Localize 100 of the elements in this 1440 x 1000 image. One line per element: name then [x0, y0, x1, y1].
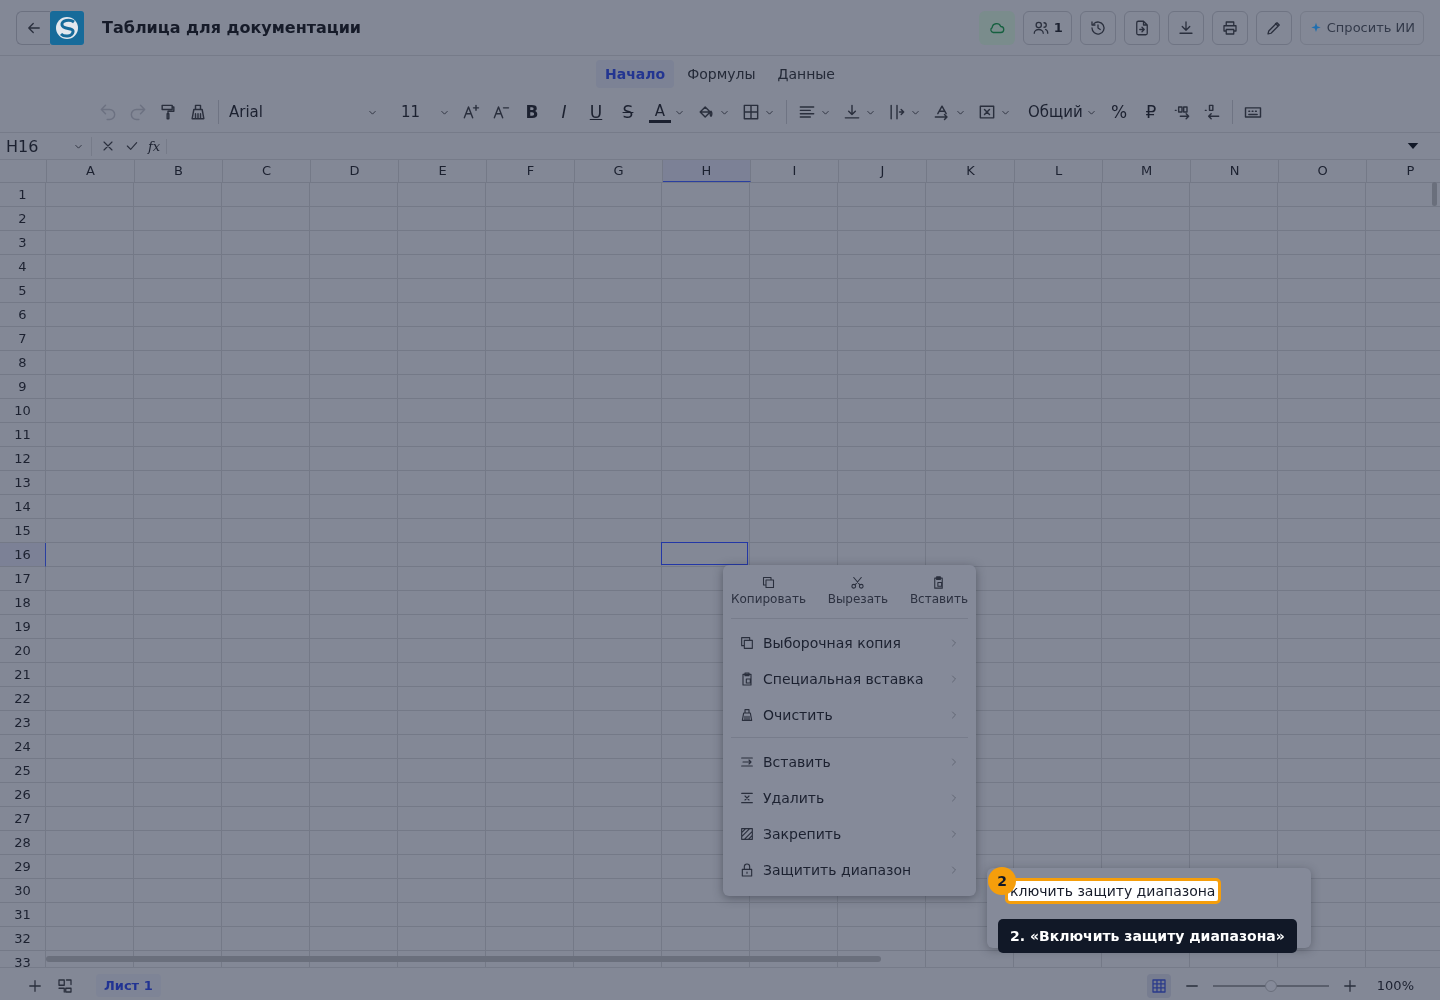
row-header[interactable]: 18	[0, 591, 46, 615]
bold-button[interactable]: B	[521, 102, 543, 122]
row-header[interactable]: 3	[0, 231, 46, 255]
borders-icon[interactable]	[741, 102, 761, 122]
menu-item[interactable]: Выборочная копия	[731, 625, 968, 661]
sheet-tab[interactable]: Лист 1	[96, 974, 161, 997]
italic-button[interactable]: I	[553, 102, 575, 122]
row-header[interactable]: 12	[0, 447, 46, 471]
history-icon	[1088, 18, 1107, 37]
column-header[interactable]: E	[399, 160, 487, 182]
column-header[interactable]: O	[1279, 160, 1367, 182]
ribbon-tab[interactable]: Формулы	[678, 60, 765, 88]
scissors-icon	[850, 575, 866, 590]
row-header[interactable]: 32	[0, 927, 46, 951]
row-header[interactable]: 14	[0, 495, 46, 519]
download-button[interactable]	[1167, 10, 1204, 45]
import-button[interactable]	[1123, 10, 1160, 45]
row-header[interactable]: 31	[0, 903, 46, 927]
decrease-decimal-icon[interactable]	[1202, 102, 1222, 122]
row-header[interactable]: 23	[0, 711, 46, 735]
horizontal-scrollbar[interactable]	[46, 956, 881, 962]
row-header[interactable]: 8	[0, 351, 46, 375]
row-header[interactable]: 2	[0, 207, 46, 231]
text-color-button[interactable]: A	[649, 101, 671, 123]
strike-button[interactable]: S	[617, 102, 639, 122]
row-header[interactable]: 29	[0, 855, 46, 879]
row-header[interactable]: 25	[0, 759, 46, 783]
number-format-dropdown[interactable]: Общий	[1028, 103, 1098, 121]
row-header[interactable]: 17	[0, 567, 46, 591]
row-header[interactable]: 26	[0, 783, 46, 807]
grid-view-button[interactable]	[1146, 973, 1171, 998]
cell-name-box[interactable]: H16	[6, 136, 92, 156]
currency-button[interactable]: ₽	[1140, 102, 1162, 122]
row-header[interactable]: 7	[0, 327, 46, 351]
row-header[interactable]: 11	[0, 423, 46, 447]
font-size-dropdown[interactable]: 11	[401, 103, 451, 121]
function-label[interactable]: fx	[148, 138, 168, 154]
menu-item[interactable]: Закрепить	[731, 816, 968, 852]
row-header[interactable]: 4	[0, 255, 46, 279]
column-header[interactable]: B	[135, 160, 223, 182]
menu-item[interactable]: Очистить	[731, 697, 968, 733]
ribbon-tab[interactable]: Начало	[596, 60, 675, 88]
column-header[interactable]: H	[663, 160, 751, 182]
column-header[interactable]: J	[839, 160, 927, 182]
pencil-button[interactable]	[1255, 10, 1292, 45]
align-bottom-icon[interactable]	[842, 102, 862, 122]
column-header[interactable]: C	[223, 160, 311, 182]
row-header[interactable]: 27	[0, 807, 46, 831]
row-header[interactable]: 30	[0, 879, 46, 903]
percent-button[interactable]: %	[1108, 102, 1130, 122]
clear-format-icon[interactable]	[188, 102, 208, 122]
menu-item[interactable]: Удалить	[731, 780, 968, 816]
row-header[interactable]: 22	[0, 687, 46, 711]
row-header[interactable]: 21	[0, 663, 46, 687]
menu-item-label: Очистить	[763, 707, 834, 723]
paint-roller-icon[interactable]	[158, 102, 178, 122]
column-header[interactable]: I	[751, 160, 839, 182]
ask-ai-button[interactable]: Спросить ИИ	[1299, 10, 1424, 45]
copy-button[interactable]: Копировать	[731, 575, 806, 606]
document-title: Таблица для документации	[102, 18, 362, 37]
column-header[interactable]: P	[1367, 160, 1440, 182]
submenu-item[interactable]: ключить защиту диапазона	[1005, 878, 1222, 904]
row-header[interactable]: 1	[0, 183, 46, 207]
row-header[interactable]: 16	[0, 543, 46, 567]
paste-button[interactable]: Вставить	[909, 575, 968, 606]
underline-button[interactable]: U	[585, 102, 607, 122]
row-header[interactable]: 10	[0, 399, 46, 423]
menu-item[interactable]: Вставить	[731, 744, 968, 780]
column-header[interactable]: K	[927, 160, 1015, 182]
column-header[interactable]: D	[311, 160, 399, 182]
column-header[interactable]: F	[487, 160, 575, 182]
column-header[interactable]: N	[1191, 160, 1279, 182]
row-header[interactable]: 13	[0, 471, 46, 495]
row-header[interactable]: 9	[0, 375, 46, 399]
menu-item[interactable]: Защитить диапазон	[731, 852, 968, 888]
history-button[interactable]	[1079, 10, 1116, 45]
column-header[interactable]: L	[1015, 160, 1103, 182]
print-button[interactable]	[1211, 10, 1248, 45]
menu-item[interactable]: Специальная вставка	[731, 661, 968, 697]
column-header[interactable]: M	[1103, 160, 1191, 182]
row-header[interactable]: 33	[0, 951, 46, 967]
row-header[interactable]: 6	[0, 303, 46, 327]
row-header[interactable]: 5	[0, 279, 46, 303]
font-dropdown[interactable]: Arial	[229, 103, 379, 121]
scissors-button[interactable]: Вырезать	[827, 575, 889, 606]
row-header[interactable]: 19	[0, 615, 46, 639]
vertical-scrollbar[interactable]	[1432, 182, 1437, 206]
font-grow-icon[interactable]	[461, 102, 481, 122]
collaborators-button[interactable]: 1	[1022, 10, 1072, 45]
zoom-thumb[interactable]	[1264, 979, 1277, 992]
wrap-icon[interactable]	[887, 102, 907, 122]
row-header[interactable]: 28	[0, 831, 46, 855]
merge-icon[interactable]	[977, 102, 997, 122]
selected-cell[interactable]	[661, 542, 748, 565]
ribbon-tab[interactable]: Данные	[768, 60, 844, 88]
column-header[interactable]: A	[47, 160, 135, 182]
row-header[interactable]: 20	[0, 639, 46, 663]
sheet-list-icon[interactable]	[56, 976, 74, 995]
cloud-button[interactable]	[978, 10, 1015, 45]
row-header[interactable]: 24	[0, 735, 46, 759]
